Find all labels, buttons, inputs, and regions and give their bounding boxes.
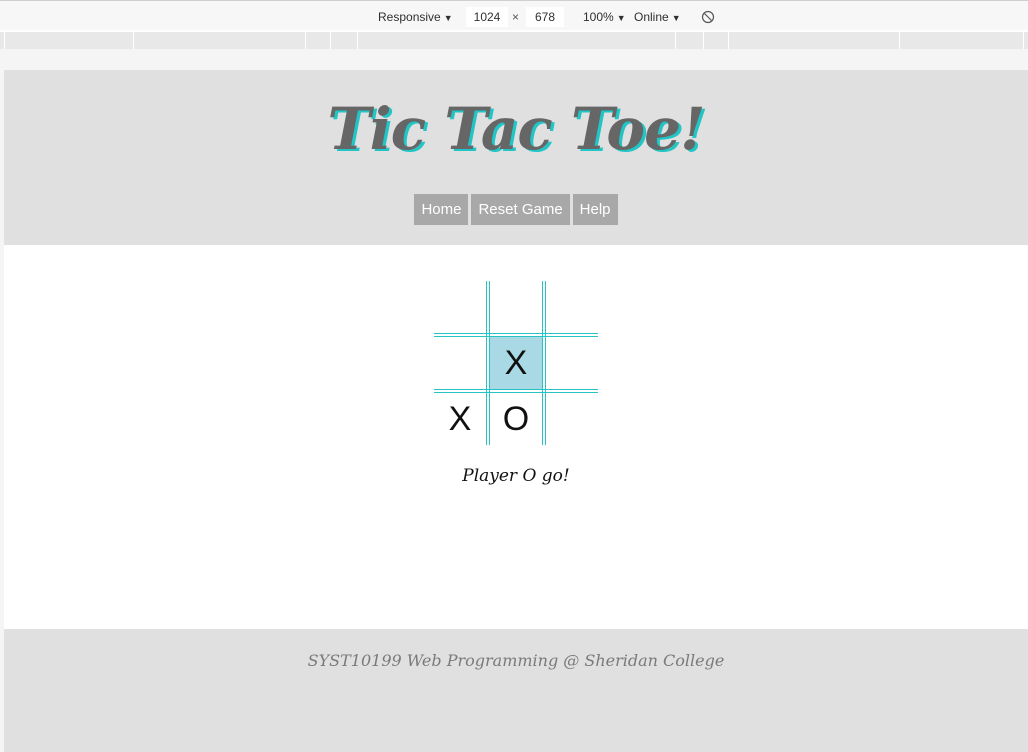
home-button[interactable]: Home	[414, 194, 469, 225]
grid-line-vertical	[542, 281, 546, 445]
ruler-segment[interactable]	[675, 32, 704, 49]
board-cell-5[interactable]: X	[490, 337, 542, 389]
ruler-segment[interactable]	[357, 32, 675, 49]
devtools-toolbar: Responsive ▼ 1024 × 678 100% ▼ Online ▼	[0, 0, 1028, 30]
ruler-segment[interactable]	[330, 32, 358, 49]
zoom-label: 100%	[583, 10, 614, 24]
zoom-select[interactable]: 100% ▼	[583, 10, 626, 25]
ruler-segment[interactable]	[133, 32, 305, 49]
network-label: Online	[634, 10, 669, 24]
height-input[interactable]: 678	[526, 7, 564, 27]
rotate-icon[interactable]	[701, 10, 715, 24]
turn-status: Player O go!	[462, 466, 570, 486]
board-cell-6[interactable]	[546, 337, 598, 389]
device-label: Responsive	[378, 10, 441, 24]
reset-game-button[interactable]: Reset Game	[471, 194, 570, 225]
chevron-down-icon: ▼	[443, 13, 453, 23]
grid-line-vertical	[486, 281, 490, 445]
chevron-down-icon: ▼	[616, 13, 626, 23]
network-select[interactable]: Online ▼	[634, 10, 681, 25]
ruler-segment[interactable]	[1023, 32, 1028, 49]
ruler-segment[interactable]	[703, 32, 729, 49]
main-nav: Home Reset Game Help	[4, 194, 1028, 225]
site-footer: SYST10199 Web Programming @ Sheridan Col…	[4, 629, 1028, 752]
ruler-segment[interactable]	[4, 32, 134, 49]
chevron-down-icon: ▼	[671, 13, 681, 23]
device-select[interactable]: Responsive ▼	[378, 10, 453, 25]
width-input[interactable]: 1024	[466, 7, 508, 27]
board-cell-4[interactable]	[434, 337, 486, 389]
board-cell-8[interactable]: O	[490, 393, 542, 445]
times-separator: ×	[512, 10, 520, 24]
board-cell-3[interactable]	[546, 281, 598, 333]
viewport-gutter	[0, 49, 1028, 70]
page-title: Tic Tac Toe!	[327, 95, 706, 163]
board-cell-9[interactable]	[546, 393, 598, 445]
board-cell-1[interactable]	[434, 281, 486, 333]
board-cell-7[interactable]: X	[434, 393, 486, 445]
grid-line-horizontal	[434, 389, 598, 393]
help-button[interactable]: Help	[572, 194, 618, 225]
ruler-segment[interactable]	[728, 32, 900, 49]
ruler-segment[interactable]	[305, 32, 331, 49]
site-header: Tic Tac Toe! Home Reset Game Help	[4, 70, 1028, 245]
game-board: X X O	[434, 281, 598, 445]
ruler-segment[interactable]	[899, 32, 1024, 49]
page-viewport: Tic Tac Toe! Home Reset Game Help X X O …	[4, 70, 1028, 752]
media-query-ruler[interactable]	[0, 32, 1028, 49]
board-cell-2[interactable]	[490, 281, 542, 333]
grid-line-horizontal	[434, 333, 598, 337]
footer-text: SYST10199 Web Programming @ Sheridan Col…	[307, 651, 725, 670]
